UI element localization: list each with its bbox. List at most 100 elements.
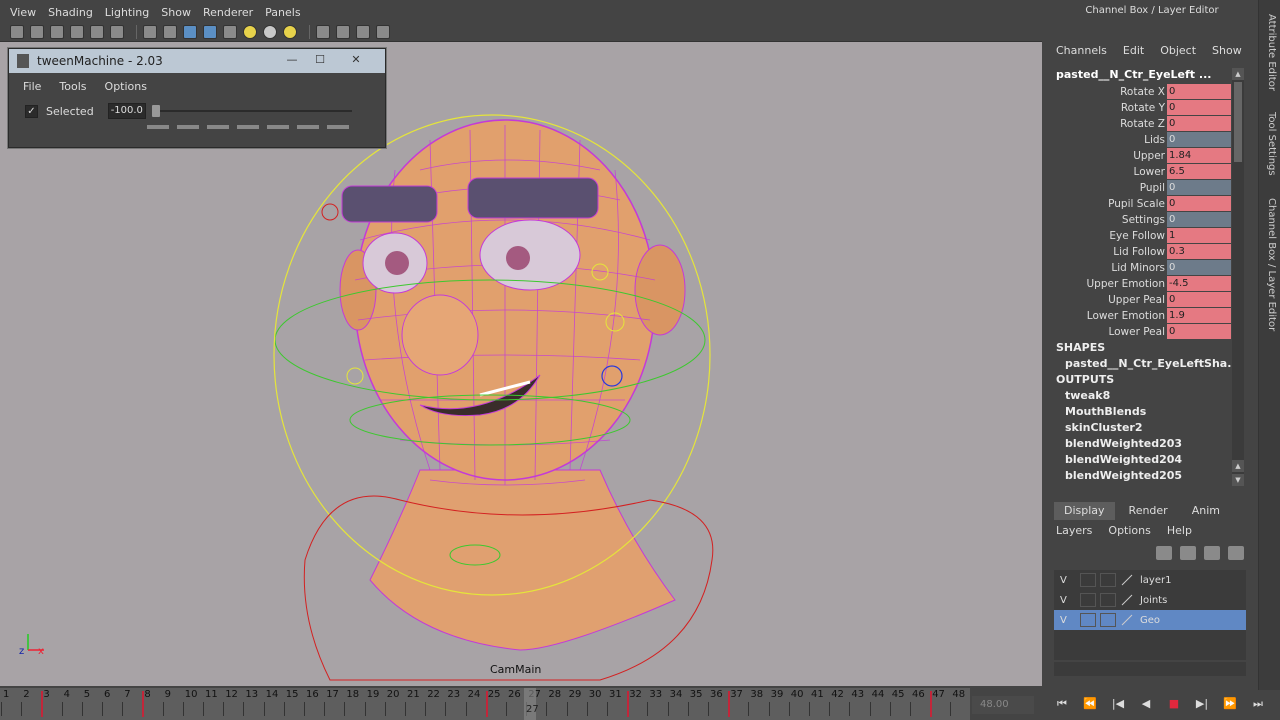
attribute-row[interactable]: Pupil 0 (1054, 180, 1250, 196)
grid-icon[interactable] (143, 24, 157, 39)
preset-button[interactable] (237, 125, 259, 129)
menu-show[interactable]: Show (1212, 44, 1242, 57)
attribute-value[interactable]: 0 (1167, 324, 1231, 339)
menu-channels[interactable]: Channels (1056, 44, 1107, 57)
keyframe-marker[interactable] (627, 691, 630, 717)
menu-options[interactable]: Options (1108, 524, 1150, 537)
wireframe-on-shaded-icon[interactable] (203, 24, 217, 39)
attribute-value[interactable]: 0 (1167, 100, 1231, 115)
minimize-button[interactable]: — (281, 52, 303, 68)
layer-edit-icon[interactable] (1120, 593, 1134, 607)
attribute-value[interactable]: -4.5 (1167, 276, 1231, 291)
menu-edit[interactable]: Edit (1123, 44, 1144, 57)
lock-camera-icon[interactable] (30, 24, 44, 39)
keyframe-marker[interactable] (41, 691, 44, 717)
image-plane-icon[interactable] (70, 24, 84, 39)
layer-edit-icon[interactable] (1120, 573, 1134, 587)
attribute-name[interactable]: Pupil (1054, 180, 1167, 196)
attribute-row[interactable]: Lids 0 (1054, 132, 1250, 148)
attribute-name[interactable]: Lid Minors (1054, 260, 1167, 276)
preset-button[interactable] (177, 125, 199, 129)
attribute-name[interactable]: Upper Peal (1054, 292, 1167, 308)
menu-renderer[interactable]: Renderer (203, 6, 253, 19)
select-camera-icon[interactable] (10, 24, 24, 39)
scroll-down-arrow[interactable]: ▼ (1232, 474, 1244, 486)
layer-name[interactable]: Geo (1140, 615, 1160, 626)
menu-lighting[interactable]: Lighting (105, 6, 149, 19)
preset-button[interactable] (207, 125, 229, 129)
attribute-row[interactable]: Upper Peal 0 (1054, 292, 1250, 308)
shadows-icon[interactable] (263, 24, 277, 39)
attribute-row[interactable]: Eye Follow 1 (1054, 228, 1250, 244)
attribute-name[interactable]: Pupil Scale (1054, 196, 1167, 212)
attribute-name[interactable]: Upper (1054, 148, 1167, 164)
isolate-select-icon[interactable] (336, 24, 350, 39)
play-backward-button[interactable]: ◀ (1136, 694, 1156, 714)
bookmark-icon[interactable] (50, 24, 64, 39)
preset-button[interactable] (327, 125, 349, 129)
move-up-layer-icon[interactable] (1204, 546, 1220, 560)
new-layer-selected-icon[interactable] (1180, 546, 1196, 560)
output-node[interactable]: tweak8 (1054, 388, 1250, 404)
scroll-up-arrow[interactable]: ▲ (1232, 68, 1244, 80)
attribute-row[interactable]: Lower Emotion 1.9 (1054, 308, 1250, 324)
keyframe-marker[interactable] (930, 691, 933, 717)
attribute-name[interactable]: Rotate Z (1054, 116, 1167, 132)
preset-button[interactable] (147, 125, 169, 129)
output-node[interactable]: blendWeighted203 (1054, 436, 1250, 452)
end-frame-field[interactable]: 48.00 (972, 696, 1034, 714)
output-node[interactable]: MouthBlends (1054, 404, 1250, 420)
film-gate-icon[interactable] (90, 24, 104, 39)
go-to-start-button[interactable]: ⏮ (1052, 694, 1072, 714)
scroll-up-arrow[interactable]: ▲ (1232, 460, 1244, 472)
menu-show[interactable]: Show (161, 6, 191, 19)
attribute-name[interactable]: Lid Follow (1054, 244, 1167, 260)
slider-handle[interactable] (151, 105, 160, 117)
attribute-name[interactable]: Lower Peal (1054, 324, 1167, 340)
default-light-icon[interactable] (283, 24, 297, 39)
tab-display[interactable]: Display (1054, 502, 1115, 520)
attribute-name[interactable]: Rotate Y (1054, 100, 1167, 116)
menu-help[interactable]: Help (1167, 524, 1192, 537)
layer-display-type[interactable] (1100, 573, 1116, 587)
attribute-row[interactable]: Rotate Y0 (1054, 100, 1250, 116)
layer-row[interactable]: Vlayer1 (1054, 570, 1246, 590)
tweenmachine-titlebar[interactable]: tweenMachine - 2.03 — ☐ ✕ (9, 49, 385, 73)
layer-edit-icon[interactable] (1120, 613, 1134, 627)
attribute-row[interactable]: Rotate X0 (1054, 84, 1250, 100)
attribute-value[interactable]: 0 (1167, 260, 1231, 275)
attribute-row[interactable]: Lid Follow 0.3 (1054, 244, 1250, 260)
node-name[interactable]: pasted__N_Ctr_EyeLeft ... (1054, 66, 1250, 84)
preset-button[interactable] (297, 125, 319, 129)
attribute-name[interactable]: Rotate X (1054, 84, 1167, 100)
keyframe-marker[interactable] (728, 691, 731, 717)
layer-name[interactable]: Joints (1140, 595, 1167, 606)
step-back-frame-button[interactable]: |◀ (1108, 694, 1128, 714)
attribute-value[interactable]: 1.9 (1167, 308, 1231, 323)
layer-row[interactable]: V Joints (1054, 590, 1246, 610)
layer-playback-toggle[interactable] (1080, 593, 1096, 607)
time-slider[interactable]: 1 2 3 4 5 6 7 8 9 10 11 12 13 14 15 16 17 18 19 20 21 22 23 24 2… (0, 688, 970, 720)
menu-tools[interactable]: Tools (59, 80, 86, 93)
attribute-value[interactable]: 0 (1167, 292, 1231, 307)
preset-button[interactable] (267, 125, 289, 129)
attribute-value[interactable]: 0 (1167, 180, 1231, 195)
step-forward-key-button[interactable]: ⏩ (1220, 694, 1240, 714)
attribute-value[interactable]: 0 (1167, 116, 1231, 131)
menu-file[interactable]: File (23, 80, 41, 93)
attribute-row[interactable]: Rotate Z0 (1054, 116, 1250, 132)
step-forward-frame-button[interactable]: ▶| (1192, 694, 1212, 714)
attribute-row[interactable]: Upper Emotion -4.5 (1054, 276, 1250, 292)
layer-visibility-toggle[interactable]: V (1060, 615, 1080, 626)
attribute-name[interactable]: Upper Emotion (1054, 276, 1167, 292)
tab-channel-box[interactable]: Channel Box / Layer Editor (1266, 198, 1277, 331)
tab-render[interactable]: Render (1119, 502, 1178, 520)
smooth-shade-icon[interactable] (183, 24, 197, 39)
resolution-gate-icon[interactable] (110, 24, 124, 39)
new-layer-icon[interactable] (1156, 546, 1172, 560)
output-node[interactable]: blendWeighted204 (1054, 452, 1250, 468)
scroll-thumb[interactable] (1234, 82, 1242, 162)
keyframe-marker[interactable] (142, 691, 145, 717)
tab-tool-settings[interactable]: Tool Settings (1266, 112, 1277, 176)
layer-list-scrollbar[interactable] (1054, 662, 1246, 676)
